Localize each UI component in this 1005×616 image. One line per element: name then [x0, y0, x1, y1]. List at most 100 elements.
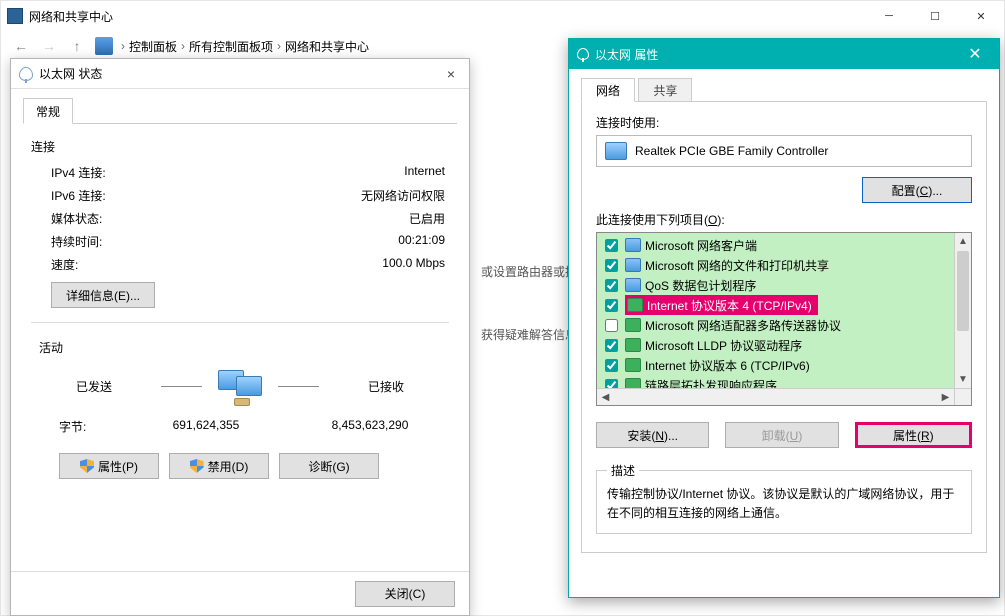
status-title: 以太网 状态 [39, 65, 102, 82]
minimize-button[interactable]: ─ [866, 1, 912, 31]
item-checkbox[interactable] [605, 259, 618, 272]
duration-value: 00:21:09 [285, 233, 445, 250]
item-label: Microsoft 网络的文件和打印机共享 [645, 257, 829, 274]
client-icon [625, 238, 641, 252]
list-item[interactable]: Microsoft LLDP 协议驱动程序 [597, 335, 954, 355]
ipv4-value: Internet [285, 164, 445, 181]
item-label: Microsoft 网络客户端 [645, 237, 757, 254]
diagnose-button[interactable]: 诊断(G) [279, 453, 379, 479]
details-button[interactable]: 详细信息(E)... [51, 282, 155, 308]
ethernet-icon [577, 48, 589, 60]
item-checkbox[interactable] [605, 299, 618, 312]
scroll-up-icon[interactable]: ▲ [955, 233, 971, 250]
item-properties-button[interactable]: 属性(R) [855, 422, 972, 448]
item-checkbox[interactable] [605, 359, 618, 372]
list-item[interactable]: Microsoft 网络的文件和打印机共享 [597, 255, 954, 275]
divider [31, 322, 449, 323]
item-label: Internet 协议版本 4 (TCP/IPv4) [647, 297, 812, 314]
activity-line [161, 386, 202, 387]
tab-network[interactable]: 网络 [581, 78, 635, 102]
install-button[interactable]: 安装(N)... [596, 422, 709, 448]
sent-label: 已发送 [39, 378, 149, 395]
item-label: Internet 协议版本 6 (TCP/IPv6) [645, 357, 810, 374]
ipv4-label: IPv4 连接: [51, 164, 285, 181]
following-items-label: 此连接使用下列项目(O): [596, 211, 972, 228]
nav-back-icon[interactable]: ← [11, 38, 31, 54]
scroll-left-icon[interactable]: ◀ [597, 392, 614, 403]
list-item-selected[interactable]: Internet 协议版本 4 (TCP/IPv4) [597, 295, 954, 315]
status-titlebar[interactable]: 以太网 状态 × [11, 59, 469, 89]
ethernet-icon [19, 67, 33, 81]
scrollbar-corner [954, 388, 971, 405]
connect-using-label: 连接时使用: [596, 114, 972, 131]
protocol-icon [627, 298, 643, 312]
close-icon[interactable]: × [437, 66, 465, 82]
nav-up-icon[interactable]: ↑ [67, 38, 87, 54]
item-label: QoS 数据包计划程序 [645, 277, 756, 294]
media-state-label: 媒体状态: [51, 210, 285, 227]
ipv6-label: IPv6 连接: [51, 187, 285, 204]
close-button[interactable]: 关闭(C) [355, 581, 455, 607]
shield-icon [80, 459, 94, 473]
description-group: 描述 传输控制协议/Internet 协议。该协议是默认的广域网络协议，用于在不… [596, 462, 972, 534]
item-label: Microsoft LLDP 协议驱动程序 [645, 337, 802, 354]
duration-label: 持续时间: [51, 233, 285, 250]
item-checkbox[interactable] [605, 319, 618, 332]
breadcrumb-item[interactable]: 控制面板 [129, 38, 177, 55]
section-connection: 连接 [31, 138, 449, 155]
item-checkbox[interactable] [605, 279, 618, 292]
maximize-button[interactable]: ☐ [912, 1, 958, 31]
network-items-list[interactable]: Microsoft 网络客户端 Microsoft 网络的文件和打印机共享 QoS … [596, 232, 972, 406]
list-item[interactable]: Microsoft 网络适配器多路传送器协议 [597, 315, 954, 335]
horizontal-scrollbar[interactable]: ◀ ▶ [597, 388, 954, 405]
list-item[interactable]: QoS 数据包计划程序 [597, 275, 954, 295]
explorer-titlebar[interactable]: 网络和共享中心 ─ ☐ ✕ [1, 1, 1004, 31]
properties-titlebar[interactable]: 以太网 属性 ✕ [569, 39, 999, 69]
speed-value: 100.0 Mbps [285, 256, 445, 273]
close-icon[interactable]: ✕ [955, 44, 995, 64]
breadcrumb[interactable]: › 控制面板 › 所有控制面板项 › 网络和共享中心 [121, 38, 369, 55]
scrollbar-thumb[interactable] [957, 251, 969, 331]
configure-button[interactable]: 配置(C)... [862, 177, 972, 203]
item-label: Microsoft 网络适配器多路传送器协议 [645, 317, 841, 334]
properties-button[interactable]: 属性(P) [59, 453, 159, 479]
client-icon [625, 258, 641, 272]
ipv6-value: 无网络访问权限 [285, 187, 445, 204]
vertical-scrollbar[interactable]: ▲ ▼ [954, 233, 971, 405]
activity-line [278, 386, 319, 387]
bytes-sent-value: 691,624,355 [139, 418, 273, 435]
scroll-down-icon[interactable]: ▼ [955, 371, 971, 388]
disable-button[interactable]: 禁用(D) [169, 453, 269, 479]
media-state-value: 已启用 [285, 210, 445, 227]
tab-general[interactable]: 常规 [23, 98, 73, 124]
speed-label: 速度: [51, 256, 285, 273]
section-activity: 活动 [39, 339, 441, 356]
breadcrumb-item[interactable]: 所有控制面板项 [189, 38, 273, 55]
network-center-icon [7, 8, 23, 24]
list-item[interactable]: Microsoft 网络客户端 [597, 235, 954, 255]
adapter-name: Realtek PCIe GBE Family Controller [635, 144, 828, 158]
properties-title: 以太网 属性 [595, 46, 658, 63]
uninstall-button: 卸载(U) [725, 422, 838, 448]
network-activity-icon [214, 366, 265, 406]
description-text: 传输控制协议/Internet 协议。该协议是默认的广域网络协议，用于在不同的相… [607, 485, 961, 523]
received-label: 已接收 [331, 378, 441, 395]
protocol-icon [625, 338, 641, 352]
nav-forward-icon: → [39, 38, 59, 54]
close-button[interactable]: ✕ [958, 1, 1004, 31]
list-item[interactable]: Internet 协议版本 6 (TCP/IPv6) [597, 355, 954, 375]
ethernet-status-dialog: 以太网 状态 × 常规 连接 IPv4 连接:Internet IPv6 连接:… [10, 58, 470, 616]
adapter-box[interactable]: Realtek PCIe GBE Family Controller [596, 135, 972, 167]
bytes-received-value: 8,453,623,290 [303, 418, 437, 435]
explorer-title: 网络和共享中心 [29, 8, 866, 25]
adapter-icon [605, 142, 627, 160]
ethernet-properties-dialog: 以太网 属性 ✕ 网络 共享 连接时使用: Realtek PCIe GBE F… [568, 38, 1000, 598]
scroll-right-icon[interactable]: ▶ [937, 392, 954, 403]
bytes-label: 字节: [59, 418, 139, 435]
item-checkbox[interactable] [605, 239, 618, 252]
item-checkbox[interactable] [605, 339, 618, 352]
protocol-icon [625, 358, 641, 372]
breadcrumb-item[interactable]: 网络和共享中心 [285, 38, 369, 55]
description-legend: 描述 [607, 462, 639, 479]
tab-sharing[interactable]: 共享 [638, 78, 692, 102]
